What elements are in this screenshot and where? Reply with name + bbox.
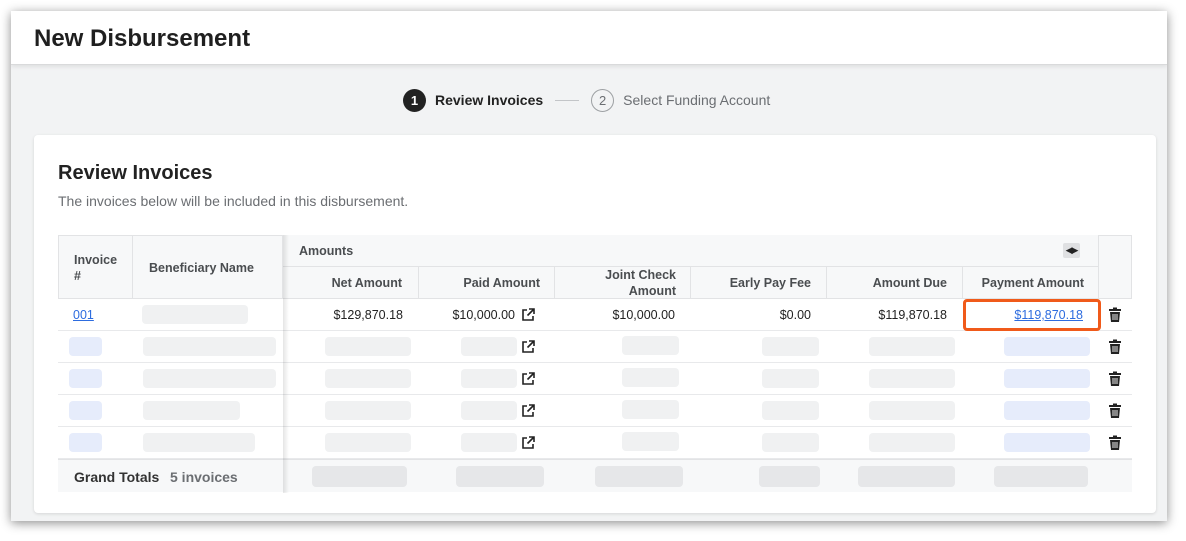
column-header-early-pay-fee-label: Early Pay Fee: [729, 276, 811, 290]
step-1-number[interactable]: 1: [403, 88, 426, 112]
payment-amount-placeholder[interactable]: [1004, 433, 1090, 452]
total-net-amount-placeholder: [312, 466, 407, 487]
external-link-icon[interactable]: [521, 372, 535, 386]
external-link-icon[interactable]: [521, 404, 535, 418]
column-header-net-amount[interactable]: Net Amount: [283, 267, 419, 299]
payment-amount-placeholder[interactable]: [1004, 401, 1090, 420]
invoice-placeholder: [69, 369, 102, 388]
total-payment-amount-placeholder: [994, 466, 1088, 487]
stepper: 1 Review Invoices 2 Select Funding Accou…: [403, 88, 770, 112]
amounts-group-label: Amounts: [299, 244, 354, 258]
beneficiary-placeholder: [143, 401, 240, 420]
trash-icon[interactable]: [1108, 403, 1122, 419]
step-connector: [555, 99, 580, 101]
table-row: [58, 331, 1132, 363]
grand-totals-row: Grand Totals 5 invoices: [58, 459, 1132, 492]
column-header-amount-due[interactable]: Amount Due: [827, 267, 963, 299]
amount-due-placeholder: [869, 337, 955, 356]
amount-due-placeholder: [869, 433, 955, 452]
net-amount-placeholder: [325, 337, 411, 356]
external-link-icon[interactable]: [521, 340, 535, 354]
column-header-paid-amount[interactable]: Paid Amount: [419, 267, 555, 299]
payment-amount-placeholder[interactable]: [1004, 369, 1090, 388]
net-amount-placeholder: [325, 401, 411, 420]
external-link-icon[interactable]: [521, 436, 535, 450]
review-invoices-card: Review Invoices The invoices below will …: [34, 135, 1156, 513]
scroll-arrows-icon[interactable]: ◀▶: [1063, 243, 1080, 258]
step-1-label[interactable]: Review Invoices: [435, 92, 543, 108]
amounts-group-header: Amounts ◀▶: [283, 235, 1099, 267]
joint-check-cell: $10,000.00: [612, 308, 675, 322]
beneficiary-placeholder: [142, 305, 248, 324]
table-row: [58, 363, 1132, 395]
net-amount-placeholder: [325, 369, 411, 388]
step-2-label[interactable]: Select Funding Account: [623, 92, 770, 108]
beneficiary-placeholder: [143, 369, 276, 388]
joint-check-placeholder: [622, 400, 679, 419]
page-header: New Disbursement: [11, 11, 1167, 65]
paid-amount-cell: $10,000.00: [419, 299, 535, 331]
total-paid-amount-placeholder: [456, 466, 544, 487]
trash-icon[interactable]: [1108, 339, 1122, 355]
column-header-actions: [1099, 235, 1132, 299]
invoice-placeholder: [69, 337, 102, 356]
paid-amount-placeholder: [461, 401, 517, 420]
invoice-number[interactable]: 001: [73, 308, 94, 322]
column-header-amount-due-label: Amount Due: [872, 276, 947, 290]
card-subtitle: The invoices below will be included in t…: [58, 193, 409, 209]
column-header-net-amount-label: Net Amount: [331, 276, 402, 290]
column-header-beneficiary-label: Beneficiary Name: [149, 261, 254, 275]
early-pay-fee-placeholder: [762, 337, 819, 356]
amount-due-placeholder: [869, 401, 955, 420]
column-header-joint-check-label: Joint Check Amount: [605, 268, 676, 298]
invoice-link[interactable]: 001: [73, 299, 94, 331]
early-pay-fee-placeholder: [762, 433, 819, 452]
paid-amount-placeholder: [461, 337, 517, 356]
disbursement-window: New Disbursement 1 Review Invoices 2 Sel…: [11, 11, 1167, 521]
trash-icon[interactable]: [1108, 307, 1122, 323]
early-pay-fee-placeholder: [762, 369, 819, 388]
amount-due-placeholder: [869, 369, 955, 388]
invoices-table: Invoice # Beneficiary Name Amounts ◀▶ Ne…: [58, 235, 1132, 493]
column-header-beneficiary[interactable]: Beneficiary Name: [133, 235, 283, 299]
paid-amount-placeholder: [461, 433, 517, 452]
net-amount-placeholder: [325, 433, 411, 452]
early-pay-fee-placeholder: [762, 401, 819, 420]
joint-check-placeholder: [622, 432, 679, 451]
frozen-column-shadow: [283, 235, 289, 493]
external-link-icon[interactable]: [521, 308, 535, 322]
column-header-early-pay-fee[interactable]: Early Pay Fee: [691, 267, 827, 299]
page-title: New Disbursement: [34, 25, 251, 52]
payment-amount-highlight: [963, 299, 1101, 331]
column-header-paid-amount-label: Paid Amount: [463, 276, 540, 290]
invoice-placeholder: [69, 433, 102, 452]
early-pay-fee-cell: $0.00: [779, 308, 811, 322]
column-header-payment-amount[interactable]: Payment Amount: [963, 267, 1099, 299]
amount-due-cell: $119,870.18: [878, 308, 947, 322]
paid-amount-placeholder: [461, 369, 517, 388]
joint-check-placeholder: [622, 368, 679, 387]
step-2-number[interactable]: 2: [591, 88, 615, 112]
paid-amount-value: $10,000.00: [452, 308, 515, 322]
beneficiary-placeholder: [143, 433, 255, 452]
grand-totals-count: 5 invoices: [170, 469, 238, 485]
column-header-payment-amount-label: Payment Amount: [981, 276, 1084, 290]
trash-icon[interactable]: [1108, 371, 1122, 387]
total-amount-due-placeholder: [858, 466, 955, 487]
joint-check-placeholder: [622, 336, 679, 355]
payment-amount-placeholder[interactable]: [1004, 337, 1090, 356]
card-title: Review Invoices: [58, 162, 213, 184]
grand-totals-label: Grand Totals: [74, 469, 160, 485]
table-row: [58, 395, 1132, 427]
total-joint-check-placeholder: [595, 466, 683, 487]
column-header-invoice-label: Invoice #: [74, 253, 118, 283]
total-early-pay-fee-placeholder: [759, 466, 820, 487]
column-header-invoice[interactable]: Invoice #: [58, 235, 133, 299]
trash-icon[interactable]: [1108, 435, 1122, 451]
table-row: [58, 427, 1132, 459]
beneficiary-placeholder: [143, 337, 276, 356]
column-header-joint-check[interactable]: Joint Check Amount: [555, 267, 691, 299]
net-amount-cell: $129,870.18: [333, 308, 403, 322]
invoice-placeholder: [69, 401, 102, 420]
